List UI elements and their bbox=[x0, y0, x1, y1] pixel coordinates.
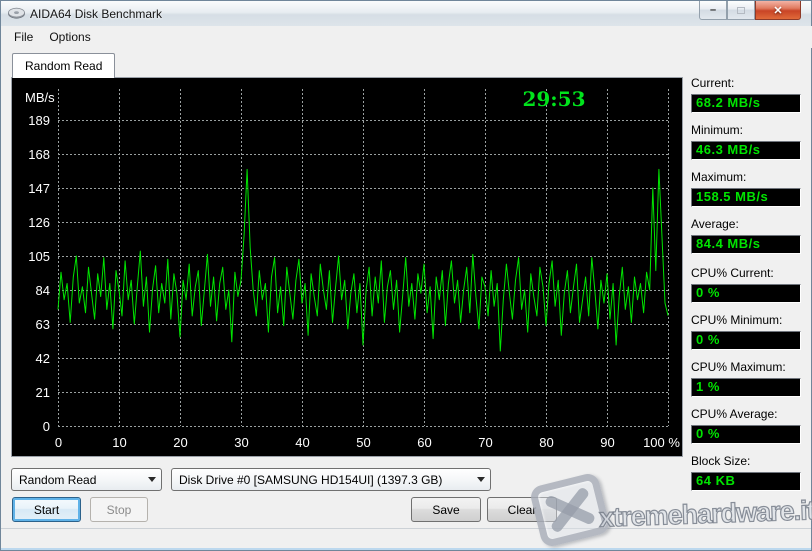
svg-text:30: 30 bbox=[234, 435, 248, 450]
svg-text:168: 168 bbox=[28, 147, 50, 162]
svg-text:100 %: 100 % bbox=[643, 435, 680, 450]
stat-label: Average: bbox=[691, 217, 803, 231]
stat-value: 0 % bbox=[691, 425, 801, 444]
svg-text:189: 189 bbox=[28, 113, 50, 128]
chevron-down-icon bbox=[148, 477, 156, 482]
disk-icon bbox=[8, 7, 25, 20]
stat-label: CPU% Maximum: bbox=[691, 360, 803, 374]
stat-block-size: Block Size: 64 KB bbox=[691, 454, 803, 491]
drive-select[interactable]: Disk Drive #0 [SAMSUNG HD154UI] (1397.3 … bbox=[171, 468, 491, 491]
stat-value: 158.5 MB/s bbox=[691, 188, 801, 207]
stat-label: CPU% Minimum: bbox=[691, 313, 803, 327]
benchmark-chart: 189 168 147 126 105 84 63 42 21 00 10 20 30 40 50 60 70 8… bbox=[11, 77, 683, 457]
menu-bar: File Options bbox=[2, 26, 812, 48]
svg-text:105: 105 bbox=[28, 249, 50, 264]
stat-label: CPU% Current: bbox=[691, 266, 803, 280]
drive-select-value: Disk Drive #0 [SAMSUNG HD154UI] (1397.3 … bbox=[179, 473, 442, 487]
stat-cpu-average: CPU% Average: 0 % bbox=[691, 407, 803, 444]
stat-value: 64 KB bbox=[691, 472, 801, 491]
svg-text:29:53: 29:53 bbox=[522, 87, 585, 111]
title-bar: AIDA64 Disk Benchmark – ✕ bbox=[1, 1, 811, 26]
stat-value: 0 % bbox=[691, 284, 801, 303]
svg-text:126: 126 bbox=[28, 215, 50, 230]
stat-label: Maximum: bbox=[691, 170, 803, 184]
clear-button[interactable]: Clear bbox=[487, 497, 557, 522]
stat-value: 46.3 MB/s bbox=[691, 141, 801, 160]
minimize-button[interactable]: – bbox=[699, 1, 727, 20]
svg-text:90: 90 bbox=[600, 435, 614, 450]
stat-minimum: Minimum: 46.3 MB/s bbox=[691, 123, 803, 160]
svg-text:80: 80 bbox=[539, 435, 553, 450]
svg-text:63: 63 bbox=[36, 317, 50, 332]
stat-cpu-maximum: CPU% Maximum: 1 % bbox=[691, 360, 803, 397]
svg-text:70: 70 bbox=[478, 435, 492, 450]
benchmark-type-select[interactable]: Random Read bbox=[11, 468, 162, 491]
stat-cpu-minimum: CPU% Minimum: 0 % bbox=[691, 313, 803, 350]
close-button[interactable]: ✕ bbox=[755, 1, 801, 20]
svg-text:50: 50 bbox=[356, 435, 370, 450]
stat-cpu-current: CPU% Current: 0 % bbox=[691, 266, 803, 303]
start-button[interactable]: Start bbox=[12, 497, 81, 522]
stat-maximum: Maximum: 158.5 MB/s bbox=[691, 170, 803, 207]
svg-text:0: 0 bbox=[55, 435, 62, 450]
status-bar bbox=[1, 528, 811, 548]
menu-file[interactable]: File bbox=[6, 27, 41, 47]
stat-value: 0 % bbox=[691, 331, 801, 350]
maximize-icon bbox=[737, 7, 745, 14]
svg-text:84: 84 bbox=[36, 283, 50, 298]
menu-options[interactable]: Options bbox=[41, 27, 98, 47]
stop-button[interactable]: Stop bbox=[90, 497, 148, 522]
svg-text:10: 10 bbox=[112, 435, 126, 450]
stat-label: Minimum: bbox=[691, 123, 803, 137]
stats-panel: Current: 68.2 MB/s Minimum: 46.3 MB/s Ma… bbox=[691, 76, 803, 501]
svg-text:20: 20 bbox=[173, 435, 187, 450]
svg-text:MB/s: MB/s bbox=[25, 90, 55, 105]
stat-value: 84.4 MB/s bbox=[691, 235, 801, 254]
benchmark-type-value: Random Read bbox=[19, 473, 96, 487]
svg-text:60: 60 bbox=[417, 435, 431, 450]
stat-current: Current: 68.2 MB/s bbox=[691, 76, 803, 113]
svg-text:0: 0 bbox=[43, 419, 50, 434]
benchmark-chart-svg: 189 168 147 126 105 84 63 42 21 00 10 20 30 40 50 60 70 8… bbox=[12, 78, 682, 456]
maximize-button bbox=[727, 1, 755, 20]
chevron-down-icon bbox=[477, 477, 485, 482]
svg-text:40: 40 bbox=[295, 435, 309, 450]
svg-text:21: 21 bbox=[36, 385, 50, 400]
app-window: AIDA64 Disk Benchmark – ✕ File Options R… bbox=[0, 0, 812, 551]
stat-average: Average: 84.4 MB/s bbox=[691, 217, 803, 254]
window-title: AIDA64 Disk Benchmark bbox=[30, 7, 162, 21]
save-button[interactable]: Save bbox=[411, 497, 481, 522]
stat-label: Block Size: bbox=[691, 454, 803, 468]
stat-value: 68.2 MB/s bbox=[691, 94, 801, 113]
svg-text:147: 147 bbox=[28, 181, 50, 196]
stat-label: Current: bbox=[691, 76, 803, 90]
stat-label: CPU% Average: bbox=[691, 407, 803, 421]
stat-value: 1 % bbox=[691, 378, 801, 397]
tab-random-read[interactable]: Random Read bbox=[12, 53, 115, 78]
svg-text:42: 42 bbox=[36, 351, 50, 366]
